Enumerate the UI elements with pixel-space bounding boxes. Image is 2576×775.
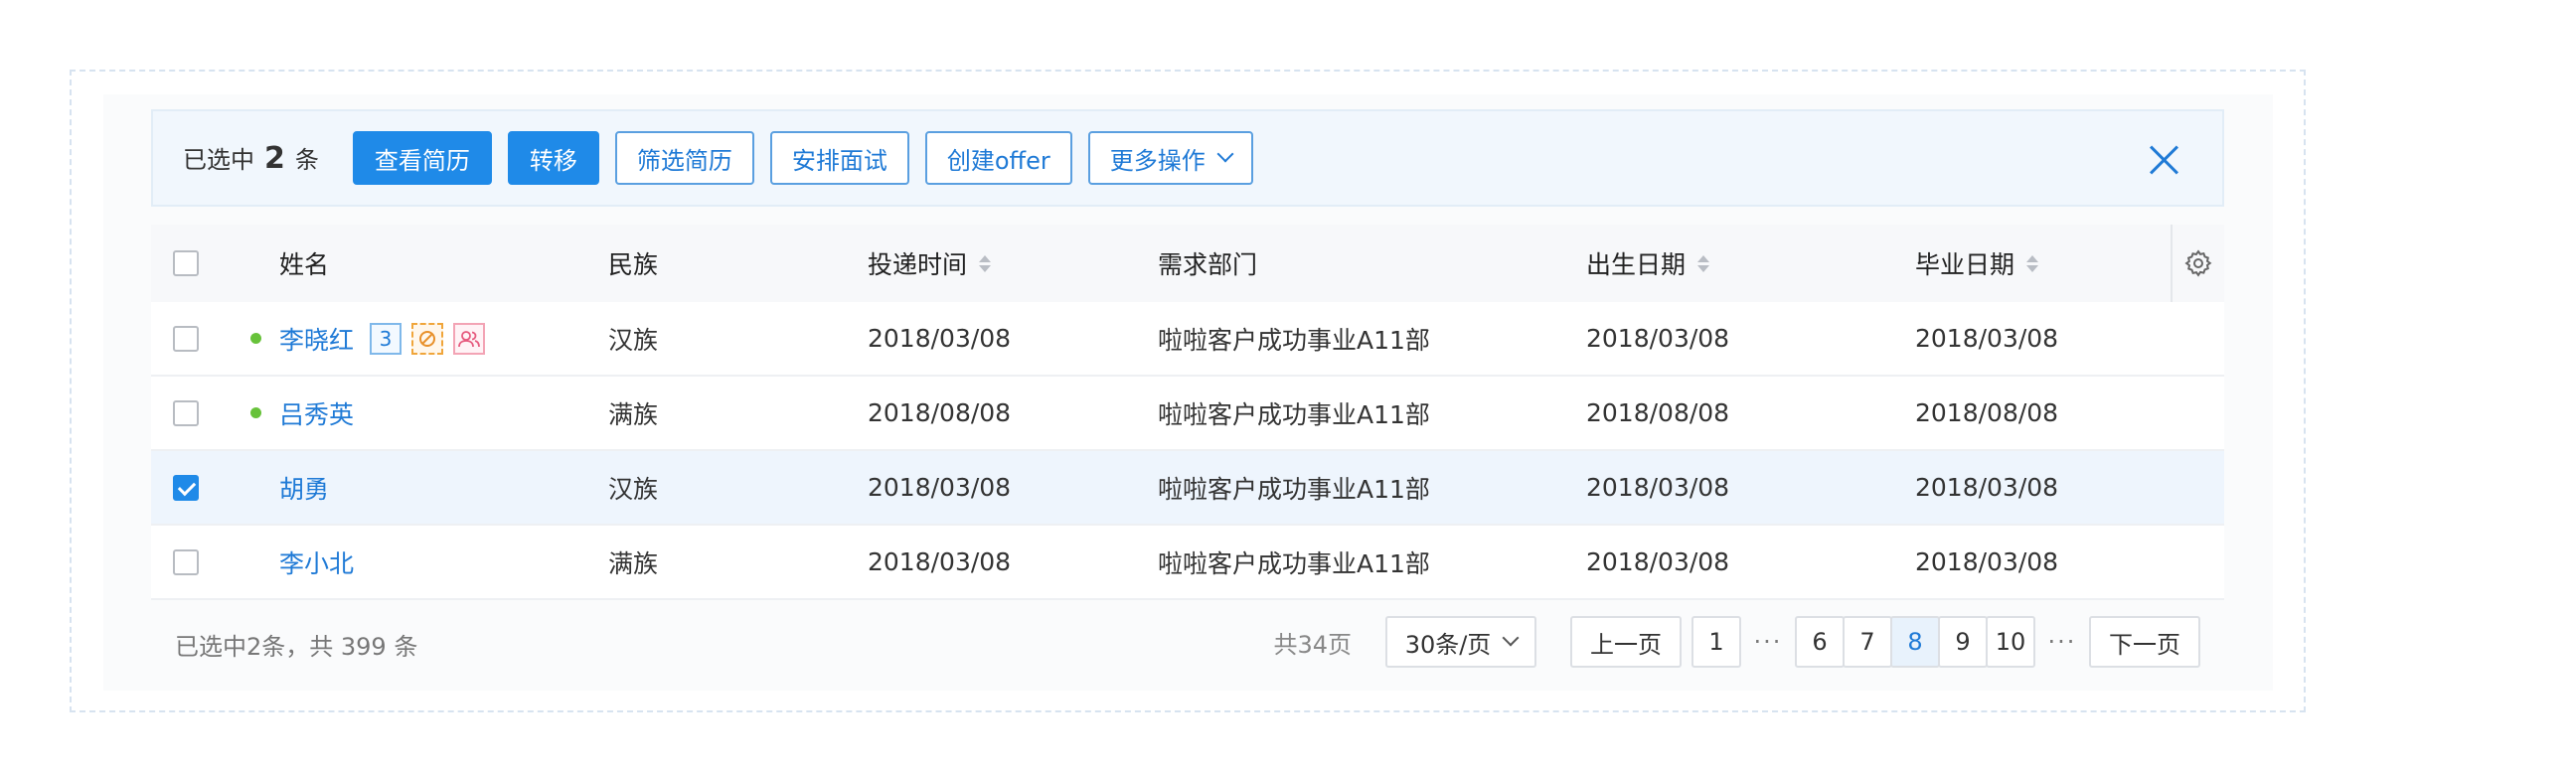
sort-icon[interactable] [2026,254,2039,272]
column-header-department: 需求部门 [1158,250,1258,279]
gear-icon [2184,249,2212,277]
page-button-1[interactable]: 1 [1691,616,1741,668]
column-settings-button[interactable] [2171,225,2224,302]
column-header-birth-date[interactable]: 出生日期 [1586,225,1710,302]
view-resume-button[interactable]: 查看简历 [352,131,492,185]
department-cell: 啦啦客户成功事业A11部 [1158,474,1430,504]
next-page-button[interactable]: 下一页 [2089,616,2200,668]
graduation-date-cell: 2018/03/08 [1915,547,2059,576]
selection-summary: 已选中2条，共 399 条 [175,632,418,661]
selected-count: 2 [264,141,285,176]
graduation-date-cell: 2018/03/08 [1915,324,2059,353]
selected-prefix: 已选中 [183,146,254,174]
more-actions-dropdown[interactable]: 更多操作 [1087,131,1253,185]
chevron-down-icon [1502,629,1520,647]
department-cell: 啦啦客户成功事业A11部 [1158,548,1430,578]
select-all-checkbox[interactable] [173,250,199,276]
schedule-interview-button[interactable]: 安排面试 [769,131,909,185]
department-cell: 啦啦客户成功事业A11部 [1158,325,1430,355]
row-checkbox[interactable] [173,399,199,426]
row-checkbox[interactable] [173,325,199,352]
status-dot [250,333,261,344]
sort-icon[interactable] [979,254,992,272]
create-offer-button[interactable]: 创建offer [924,131,1072,185]
ethnicity-cell: 满族 [608,548,659,578]
page-button-7[interactable]: 7 [1843,616,1892,668]
graduation-date-label: 毕业日期 [1915,250,2015,279]
total-pages: 共34页 [1273,630,1352,659]
prev-page-button[interactable]: 上一页 [1570,616,1682,668]
batch-action-bar: 已选中 2 条 查看简历 转移 筛选简历 安排面试 创建offer 更多操作 [151,109,2224,207]
chevron-down-icon [1216,145,1234,163]
blocked-icon [411,322,444,355]
birth-date-cell: 2018/03/08 [1586,324,1730,353]
candidate-table: 姓名 民族 投递时间 需求部门 出生日期 毕业日期 李晓红 3 汉族 2018/… [151,225,2224,600]
row-checkbox[interactable] [173,548,199,575]
submit-time-cell: 2018/03/08 [868,547,1012,576]
close-icon[interactable] [2149,145,2178,175]
submit-time-label: 投递时间 [868,250,968,279]
submit-time-cell: 2018/03/08 [868,473,1012,502]
candidate-name-link[interactable]: 吕秀英 [279,395,354,431]
candidate-name-link[interactable]: 李晓红 [279,321,354,357]
ethnicity-cell: 满族 [608,399,659,429]
column-header-submit-time[interactable]: 投递时间 [868,225,992,302]
birth-date-cell: 2018/08/08 [1586,398,1730,427]
ellipsis[interactable]: ··· [2035,628,2089,656]
page-button-10[interactable]: 10 [1986,616,2035,668]
graduation-date-cell: 2018/08/08 [1915,398,2059,427]
graduation-date-cell: 2018/03/08 [1915,473,2059,502]
count-badge: 3 [370,322,402,355]
table-row[interactable]: 李晓红 3 汉族 2018/03/08 啦啦客户成功事业A11部 2018/03… [151,302,2224,377]
page-size-select[interactable]: 30条/页 [1385,616,1536,668]
table-header: 姓名 民族 投递时间 需求部门 出生日期 毕业日期 [151,225,2224,302]
birth-date-cell: 2018/03/08 [1586,473,1730,502]
table-footer: 已选中2条，共 399 条 共34页 30条/页 上一页 1 ··· 6 7 8… [151,602,2224,686]
submit-time-cell: 2018/03/08 [868,324,1012,353]
ethnicity-cell: 汉族 [608,325,659,355]
department-cell: 啦啦客户成功事业A11部 [1158,399,1430,429]
selected-suffix: 条 [294,146,319,174]
pagination: 共34页 30条/页 上一页 1 ··· 6 7 8 9 10 ··· 下一页 [1273,616,2200,668]
page-button-8-current[interactable]: 8 [1890,616,1940,668]
ellipsis[interactable]: ··· [1741,628,1795,656]
transfer-button[interactable]: 转移 [507,131,599,185]
users-icon [453,322,486,355]
table-row[interactable]: 胡勇 汉族 2018/03/08 啦啦客户成功事业A11部 2018/03/08… [151,451,2224,526]
page-size-value: 30条/页 [1404,630,1492,659]
selected-count-label: 已选中 2 条 [183,140,319,176]
candidate-name-link[interactable]: 胡勇 [279,470,329,506]
sort-icon[interactable] [1697,254,1710,272]
page-button-9[interactable]: 9 [1938,616,1988,668]
column-header-ethnicity: 民族 [608,250,659,279]
candidate-name-link[interactable]: 李小北 [279,544,354,580]
ethnicity-cell: 汉族 [608,474,659,504]
filter-resume-button[interactable]: 筛选简历 [614,131,754,185]
more-actions-label: 更多操作 [1109,146,1206,175]
birth-date-cell: 2018/03/08 [1586,547,1730,576]
status-dot [250,407,261,418]
birth-date-label: 出生日期 [1586,250,1687,279]
page-button-6[interactable]: 6 [1795,616,1845,668]
column-header-name: 姓名 [279,250,330,279]
table-row[interactable]: 李小北 满族 2018/03/08 啦啦客户成功事业A11部 2018/03/0… [151,526,2224,600]
column-header-graduation-date[interactable]: 毕业日期 [1915,225,2039,302]
submit-time-cell: 2018/08/08 [868,398,1012,427]
table-row[interactable]: 吕秀英 满族 2018/08/08 啦啦客户成功事业A11部 2018/08/0… [151,377,2224,451]
row-checkbox[interactable] [173,474,199,501]
